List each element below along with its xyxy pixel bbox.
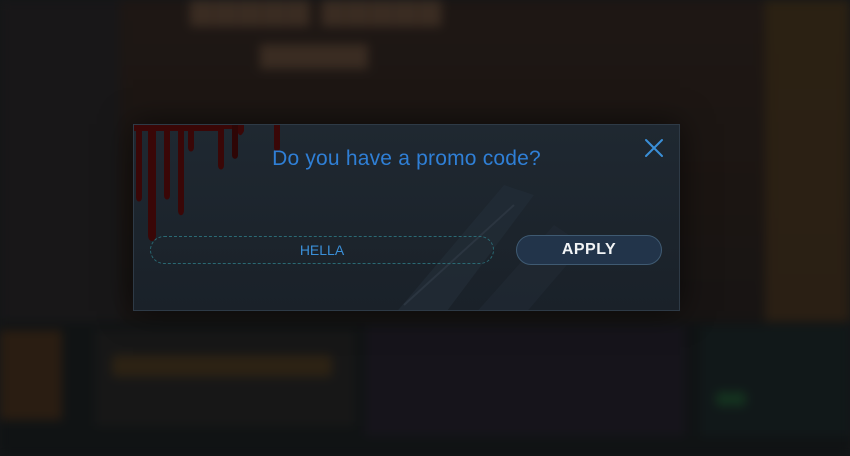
- modal-title: Do you have a promo code?: [272, 147, 541, 170]
- background-card: [0, 330, 62, 420]
- close-button[interactable]: [643, 137, 665, 159]
- background-heading-blur: ▆▆▆▆▆ ▆▆▆▆▆: [190, 0, 443, 27]
- apply-button[interactable]: APPLY: [516, 235, 662, 265]
- background-card-text-blur: [112, 355, 332, 377]
- background-card: [365, 326, 685, 436]
- screen: ▆▆▆▆▆ ▆▆▆▆▆ ▆▆▆▆▆ Do you have a promo co…: [0, 0, 850, 456]
- background-card: [700, 326, 850, 436]
- promo-code-input[interactable]: [150, 236, 494, 264]
- background-card: [95, 330, 355, 426]
- background-card-accent: [716, 392, 746, 406]
- background-subheading-blur: ▆▆▆▆▆: [260, 36, 368, 69]
- promo-code-modal: Do you have a promo code? APPLY: [133, 124, 680, 311]
- background-right-panel: [765, 0, 850, 322]
- background-left-panel: [0, 0, 120, 322]
- close-icon: [645, 139, 663, 157]
